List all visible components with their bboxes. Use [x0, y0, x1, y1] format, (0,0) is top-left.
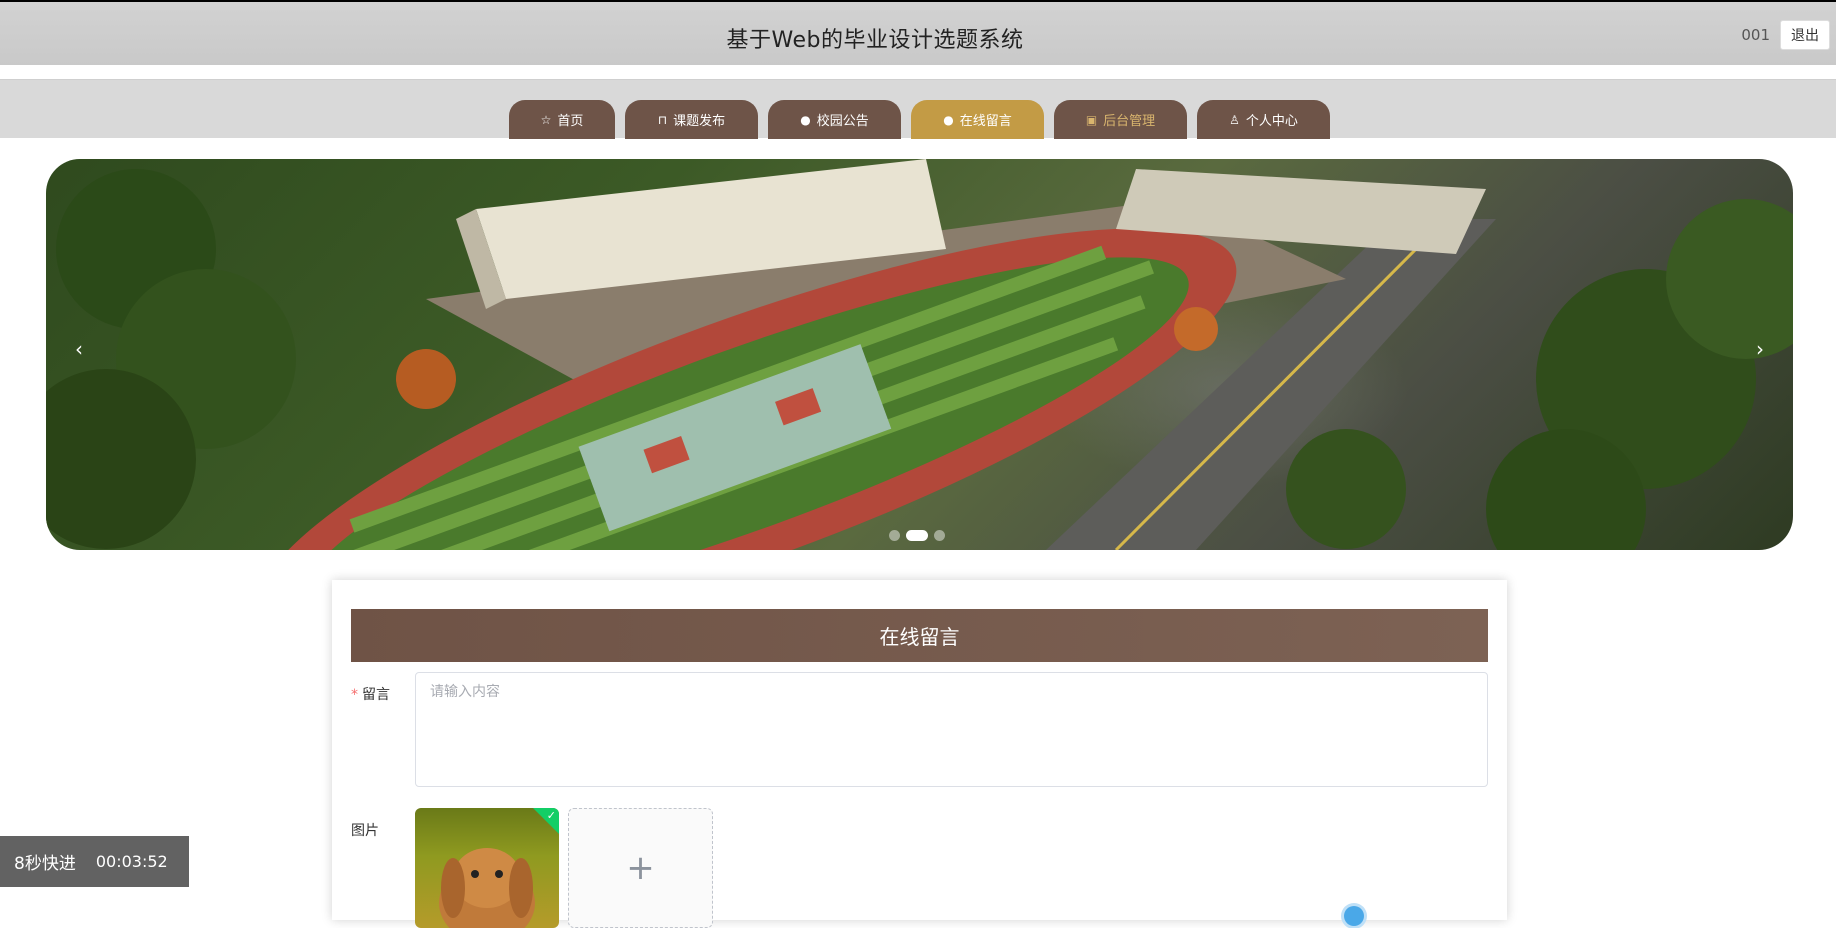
nav-item-messages[interactable]: ● 在线留言	[911, 100, 1044, 139]
form-title: 在线留言	[351, 609, 1488, 662]
upload-button[interactable]: +	[568, 808, 713, 928]
nav-item-label: 课题发布	[673, 114, 726, 129]
carousel-dot-active[interactable]	[906, 530, 928, 541]
carousel-dot[interactable]	[889, 530, 900, 541]
nav-item-announcements[interactable]: ● 校园公告	[768, 100, 901, 139]
nav-list: ☆ 首页 ⊓ 课题发布 ● 校园公告 ● 在线留言 ▣ 后台管理 ♙ 个人中心	[509, 100, 1330, 139]
carousel-next-arrow[interactable]: ›	[1745, 337, 1775, 361]
carousel-dot[interactable]	[934, 530, 945, 541]
carousel-indicators	[889, 530, 945, 541]
question-icon: ●	[943, 112, 954, 127]
uploaded-image-thumbnail[interactable]: ✓	[415, 808, 559, 928]
nav-item-home[interactable]: ☆ 首页	[509, 100, 615, 139]
logout-button[interactable]: 退出	[1780, 20, 1830, 50]
site-title: 基于Web的毕业设计选题系统	[726, 28, 1024, 53]
nav-item-label: 校园公告	[816, 114, 869, 129]
carousel-prev-arrow[interactable]: ‹	[64, 337, 94, 361]
floating-action-dot[interactable]	[1344, 906, 1364, 926]
check-icon: ✓	[546, 809, 556, 822]
nav-item-label: 在线留言	[959, 114, 1012, 129]
nav-item-admin[interactable]: ▣ 后台管理	[1054, 100, 1187, 139]
nav-item-label: 个人中心	[1245, 114, 1298, 129]
nav-item-topics[interactable]: ⊓ 课题发布	[625, 100, 758, 139]
user-icon: ♙	[1229, 112, 1240, 127]
briefcase-icon: ▣	[1085, 112, 1098, 127]
info-icon: ●	[800, 112, 811, 127]
speed-label: 8秒快进	[14, 854, 76, 874]
bag-icon: ⊓	[657, 112, 668, 127]
top-header: 基于Web的毕业设计选题系统 001 退出	[0, 0, 1836, 65]
star-icon: ☆	[540, 112, 552, 127]
required-asterisk: *	[351, 687, 358, 703]
message-textarea[interactable]	[415, 672, 1488, 787]
nav-bar: ☆ 首页 ⊓ 课题发布 ● 校园公告 ● 在线留言 ▣ 后台管理 ♙ 个人中心	[0, 79, 1836, 139]
banner-carousel[interactable]: ‹ ›	[46, 159, 1793, 550]
playback-time: 00:03:52	[95, 852, 168, 871]
nav-item-profile[interactable]: ♙ 个人中心	[1197, 100, 1330, 139]
username: 001	[1741, 26, 1770, 44]
nav-item-label: 首页	[557, 114, 584, 129]
message-form-card: 在线留言 *留言 图片 ✓ +	[332, 580, 1507, 928]
campus-aerial-image	[46, 159, 1793, 550]
message-label: * 留言	[351, 687, 390, 703]
image-label: 图片	[351, 823, 379, 839]
playback-overlay: 8秒快进 00:03:52	[0, 836, 189, 887]
nav-item-label: 后台管理	[1103, 114, 1156, 129]
